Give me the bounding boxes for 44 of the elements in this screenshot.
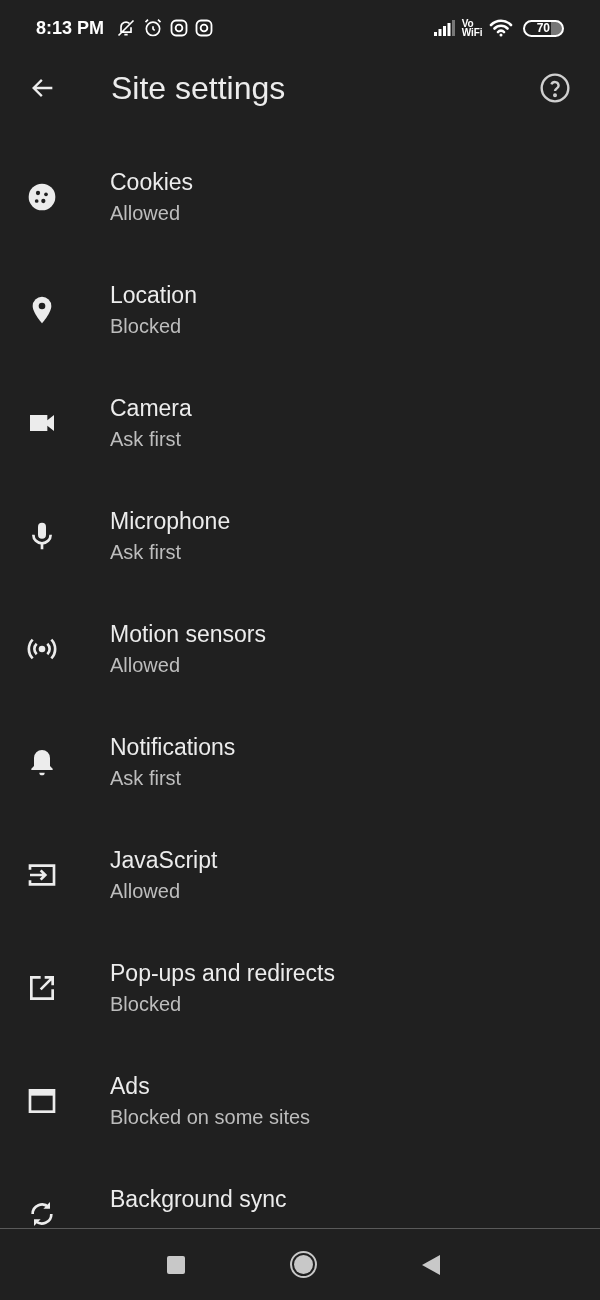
setting-title: Microphone	[110, 506, 231, 536]
recent-apps-button[interactable]	[166, 1255, 185, 1274]
setting-status: Allowed	[110, 652, 182, 678]
settings-item[interactable]: Microphone Ask first	[0, 479, 600, 592]
setting-title: Camera	[110, 393, 192, 423]
setting-status: Ask first	[110, 765, 183, 791]
settings-item[interactable]: Pop-ups and redirects Blocked	[0, 931, 600, 1044]
alarm-clock-icon	[143, 18, 164, 38]
network-label: WiFi	[461, 28, 483, 37]
help-button[interactable]	[538, 71, 572, 105]
setting-title: Motion sensors	[110, 619, 266, 649]
setting-status: Blocked on some sites	[110, 1104, 311, 1130]
setting-title: Location	[110, 280, 197, 310]
settings-item[interactable]: Camera Ask first	[0, 366, 600, 479]
setting-status: Allowed	[110, 878, 182, 904]
network-label: Vo	[461, 19, 475, 28]
setting-status: Ask first	[110, 539, 183, 565]
setting-title: Notifications	[110, 732, 236, 762]
setting-title: Background sync	[110, 1184, 287, 1214]
page-title: Site settings	[111, 69, 286, 108]
camera-app-icon	[170, 19, 189, 37]
setting-title: Pop-ups and redirects	[110, 958, 335, 988]
settings-item[interactable]: JavaScript Allowed	[0, 818, 600, 931]
bell-off-icon	[116, 18, 137, 38]
settings-item[interactable]: Location Blocked	[0, 253, 600, 366]
settings-item[interactable]: Ads Blocked on some sites	[0, 1044, 600, 1157]
setting-title: Ads	[110, 1071, 151, 1101]
setting-title: JavaScript	[110, 845, 218, 875]
home-button[interactable]	[289, 1251, 317, 1278]
battery-indicator: 70	[522, 19, 564, 37]
setting-status: Blocked	[110, 991, 183, 1017]
setting-title: Cookies	[110, 167, 194, 197]
settings-item[interactable]: Background sync	[0, 1157, 600, 1228]
settings-item[interactable]: Notifications Ask first	[0, 705, 600, 818]
status-time: 8:13 PM	[36, 16, 105, 40]
back-nav-button[interactable]	[421, 1254, 440, 1275]
signal-icon	[433, 20, 456, 36]
setting-status: Allowed	[110, 200, 182, 226]
setting-status: Blocked	[110, 313, 183, 339]
setting-status: Ask first	[110, 426, 183, 452]
camera-app-icon	[195, 19, 214, 37]
settings-item[interactable]: Motion sensors Allowed	[0, 592, 600, 705]
settings-item[interactable]: Cookies Allowed	[0, 140, 600, 253]
wifi-icon	[488, 19, 513, 37]
